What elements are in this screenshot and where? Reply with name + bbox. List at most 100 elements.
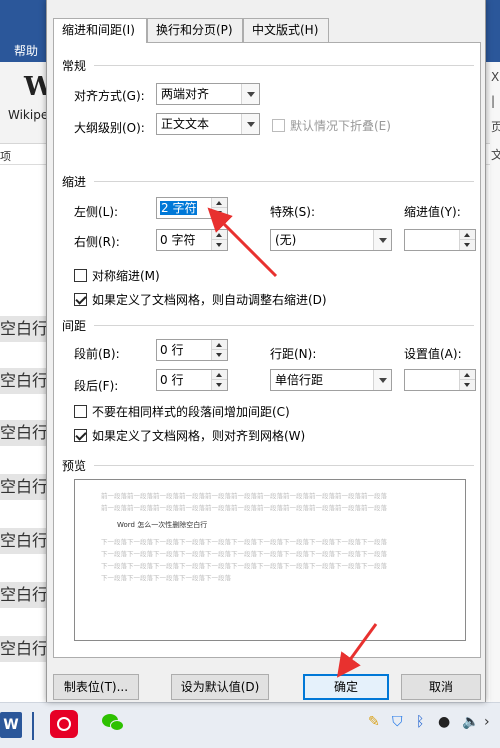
qq-icon[interactable]: ●	[438, 714, 450, 730]
chevron-icon[interactable]: ›	[484, 714, 490, 730]
preview-next-line: 下一段落下一段落下一段落下一段落下一段落下一段落下一段落下一段落下一段落下一段落…	[101, 538, 387, 546]
collapse-label: 默认情况下折叠(E)	[290, 119, 391, 133]
space-before-spinner[interactable]: 0 行	[156, 339, 228, 361]
tab-asian-typography[interactable]: 中文版式(H)	[243, 18, 329, 42]
divider	[94, 325, 474, 326]
word-taskbar-icon[interactable]: W	[0, 712, 22, 738]
tab-label: 中文版式(H)	[252, 23, 319, 37]
outline-level-label: 大纲级别(O):	[74, 121, 145, 135]
line-spacing-value: 单倍行距	[275, 373, 324, 387]
chevron-down-icon[interactable]	[373, 370, 391, 390]
special-value: (无)	[275, 233, 297, 247]
spin-down-icon[interactable]	[460, 380, 475, 390]
collapse-checkbox[interactable]	[272, 119, 285, 132]
mirror-indent-checkbox[interactable]	[74, 269, 87, 282]
snap-grid-checkbox[interactable]	[74, 429, 87, 442]
tab-line-page-breaks[interactable]: 换行和分页(P)	[147, 18, 243, 42]
netease-music-icon[interactable]	[50, 710, 78, 738]
preview-sample-text: Word 怎么一次性删除空白行	[117, 521, 208, 529]
ok-button[interactable]: 确定	[303, 674, 389, 700]
space-after-value[interactable]: 0 行	[160, 373, 183, 387]
preview-next-line: 下一段落下一段落下一段落下一段落下一段落	[101, 574, 231, 582]
bluetooth-icon[interactable]: ᛒ	[416, 714, 424, 730]
spin-down-icon[interactable]	[212, 208, 227, 218]
right-indent-label: 右侧(R):	[74, 235, 120, 249]
cancel-button[interactable]: 取消	[401, 674, 481, 700]
line-spacing-combo[interactable]: 单倍行距	[270, 369, 392, 391]
tabs-button[interactable]: 制表位(T)...	[53, 674, 139, 700]
preview-prev-line: 前一段落前一段落前一段落前一段落前一段落前一段落前一段落前一段落前一段落前一段落…	[101, 492, 387, 500]
doc-line: 空白行	[0, 636, 46, 662]
doc-line: 空白行	[0, 368, 46, 394]
preview-next-line: 下一段落下一段落下一段落下一段落下一段落下一段落下一段落下一段落下一段落下一段落…	[101, 562, 387, 570]
tab-label: 缩进和间距(I)	[62, 23, 135, 37]
chevron-down-icon[interactable]	[241, 114, 259, 134]
volume-icon[interactable]: 🔈	[462, 714, 479, 730]
left-indent-value[interactable]: 2 字符	[160, 201, 198, 215]
menu-help[interactable]: 帮助	[14, 42, 38, 59]
spin-down-icon[interactable]	[212, 350, 227, 360]
auto-adjust-label: 如果定义了文档网格，则自动调整右缩进(D)	[92, 293, 327, 307]
right-edge-char: 页	[491, 120, 500, 134]
section-indent: 缩进	[62, 175, 87, 189]
alignment-label: 对齐方式(G):	[74, 89, 145, 103]
active-app-indicator	[32, 712, 34, 740]
spin-up-icon[interactable]	[212, 340, 227, 350]
spin-down-icon[interactable]	[212, 380, 227, 390]
set-value-spinner[interactable]	[404, 369, 476, 391]
line-spacing-label: 行距(N):	[270, 347, 317, 361]
left-indent-spinner[interactable]: 2 字符	[156, 197, 228, 219]
spin-up-icon[interactable]	[212, 370, 227, 380]
chevron-down-icon[interactable]	[241, 84, 259, 104]
wechat-icon[interactable]	[100, 710, 128, 736]
wikipedia-logo-text: Wikipe	[8, 108, 49, 122]
side-char: 项	[0, 150, 11, 163]
right-indent-spinner[interactable]: 0 字符	[156, 229, 228, 251]
mirror-indent-label: 对称缩进(M)	[92, 269, 160, 283]
space-after-label: 段后(F):	[74, 379, 119, 393]
doc-line: 空白行	[0, 420, 46, 446]
right-indent-value[interactable]: 0 字符	[160, 233, 195, 247]
indent-value-spinner[interactable]	[404, 229, 476, 251]
doc-line: 空白行	[0, 474, 46, 500]
divider	[94, 465, 474, 466]
left-indent-label: 左侧(L):	[74, 205, 119, 219]
spin-up-icon[interactable]	[212, 230, 227, 240]
doc-line: 空白行	[0, 582, 46, 608]
section-spacing: 间距	[62, 319, 87, 333]
snap-grid-label: 如果定义了文档网格，则对齐到网格(W)	[92, 429, 306, 443]
spin-down-icon[interactable]	[460, 240, 475, 250]
alignment-value: 两端对齐	[161, 87, 210, 101]
doc-line: 空白行	[0, 316, 46, 342]
shield-tray-icon[interactable]: ⛉	[392, 714, 403, 730]
spin-up-icon[interactable]	[460, 230, 475, 240]
set-value-label: 设置值(A):	[404, 347, 462, 361]
spin-up-icon[interactable]	[460, 370, 475, 380]
special-combo[interactable]: (无)	[270, 229, 392, 251]
chevron-down-icon[interactable]	[373, 230, 391, 250]
tab-panel: 常规 对齐方式(G): 两端对齐 大纲级别(O): 正文文本 默认情况下折叠(E…	[53, 42, 481, 658]
right-edge-char[interactable]: X	[491, 70, 499, 84]
tab-indent-spacing[interactable]: 缩进和间距(I)	[53, 18, 147, 43]
tab-label: 换行和分页(P)	[156, 23, 233, 37]
space-after-spinner[interactable]: 0 行	[156, 369, 228, 391]
space-before-label: 段前(B):	[74, 347, 120, 361]
spin-up-icon[interactable]	[212, 198, 227, 208]
paragraph-dialog: 缩进和间距(I) 换行和分页(P) 中文版式(H) 常规 对齐方式(G): 两端…	[46, 0, 486, 702]
right-edge-char: |	[491, 94, 496, 108]
special-label: 特殊(S):	[270, 205, 316, 219]
doc-line: 空白行	[0, 528, 46, 554]
space-before-value[interactable]: 0 行	[160, 343, 183, 357]
no-space-label: 不要在相同样式的段落间增加间距(C)	[92, 405, 290, 419]
pen-tray-icon[interactable]: ✎	[368, 714, 380, 730]
outline-level-combo[interactable]: 正文文本	[156, 113, 260, 135]
section-preview: 预览	[62, 459, 87, 473]
auto-adjust-checkbox[interactable]	[74, 293, 87, 306]
alignment-combo[interactable]: 两端对齐	[156, 83, 260, 105]
indent-value-label: 缩进值(Y):	[404, 205, 461, 219]
no-space-checkbox[interactable]	[74, 405, 87, 418]
preview-next-line: 下一段落下一段落下一段落下一段落下一段落下一段落下一段落下一段落下一段落下一段落…	[101, 550, 387, 558]
divider	[94, 181, 474, 182]
spin-down-icon[interactable]	[212, 240, 227, 250]
set-default-button[interactable]: 设为默认值(D)	[171, 674, 269, 700]
